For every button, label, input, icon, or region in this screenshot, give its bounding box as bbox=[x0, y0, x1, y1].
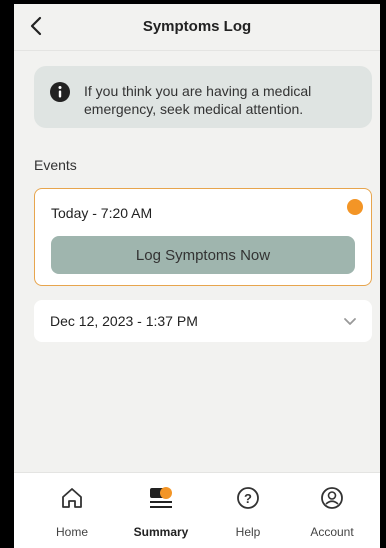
summary-icon bbox=[150, 487, 172, 508]
tab-help[interactable]: ? Help bbox=[210, 481, 286, 545]
tab-home[interactable]: Home bbox=[34, 481, 110, 545]
tab-summary[interactable]: Summary bbox=[123, 481, 199, 545]
header: Symptoms Log bbox=[14, 4, 380, 51]
tab-label: Account bbox=[310, 525, 354, 539]
event-time: Dec 12, 2023 - 1:37 PM bbox=[50, 313, 198, 329]
tab-account[interactable]: Account bbox=[294, 481, 370, 545]
page-title: Symptoms Log bbox=[142, 18, 252, 35]
home-icon bbox=[62, 488, 82, 508]
account-icon bbox=[321, 487, 343, 509]
tab-label: Summary bbox=[133, 525, 189, 539]
info-icon bbox=[50, 82, 70, 102]
event-card-active: Today - 7:20 AM Log Symptoms Now bbox=[34, 188, 372, 286]
banner-message: If you think you are having a medical em… bbox=[84, 83, 312, 117]
tab-label: Home bbox=[55, 525, 88, 539]
app-screen: Symptoms Log If you think you are having… bbox=[14, 4, 380, 548]
log-symptoms-button[interactable]: Log Symptoms Now bbox=[51, 236, 355, 274]
event-card[interactable]: Dec 12, 2023 - 1:37 PM bbox=[34, 300, 372, 342]
event-time: Today - 7:20 AM bbox=[51, 205, 153, 221]
emergency-banner: If you think you are having a medical em… bbox=[34, 66, 372, 128]
tab-label: Help bbox=[235, 525, 261, 539]
events-heading: Events bbox=[34, 157, 77, 173]
status-dot bbox=[347, 199, 363, 215]
help-icon: ? bbox=[237, 487, 259, 509]
tab-bar: Home Summary ? Help Account bbox=[14, 472, 380, 548]
svg-text:?: ? bbox=[244, 491, 252, 506]
chevron-down-icon[interactable] bbox=[342, 313, 358, 329]
